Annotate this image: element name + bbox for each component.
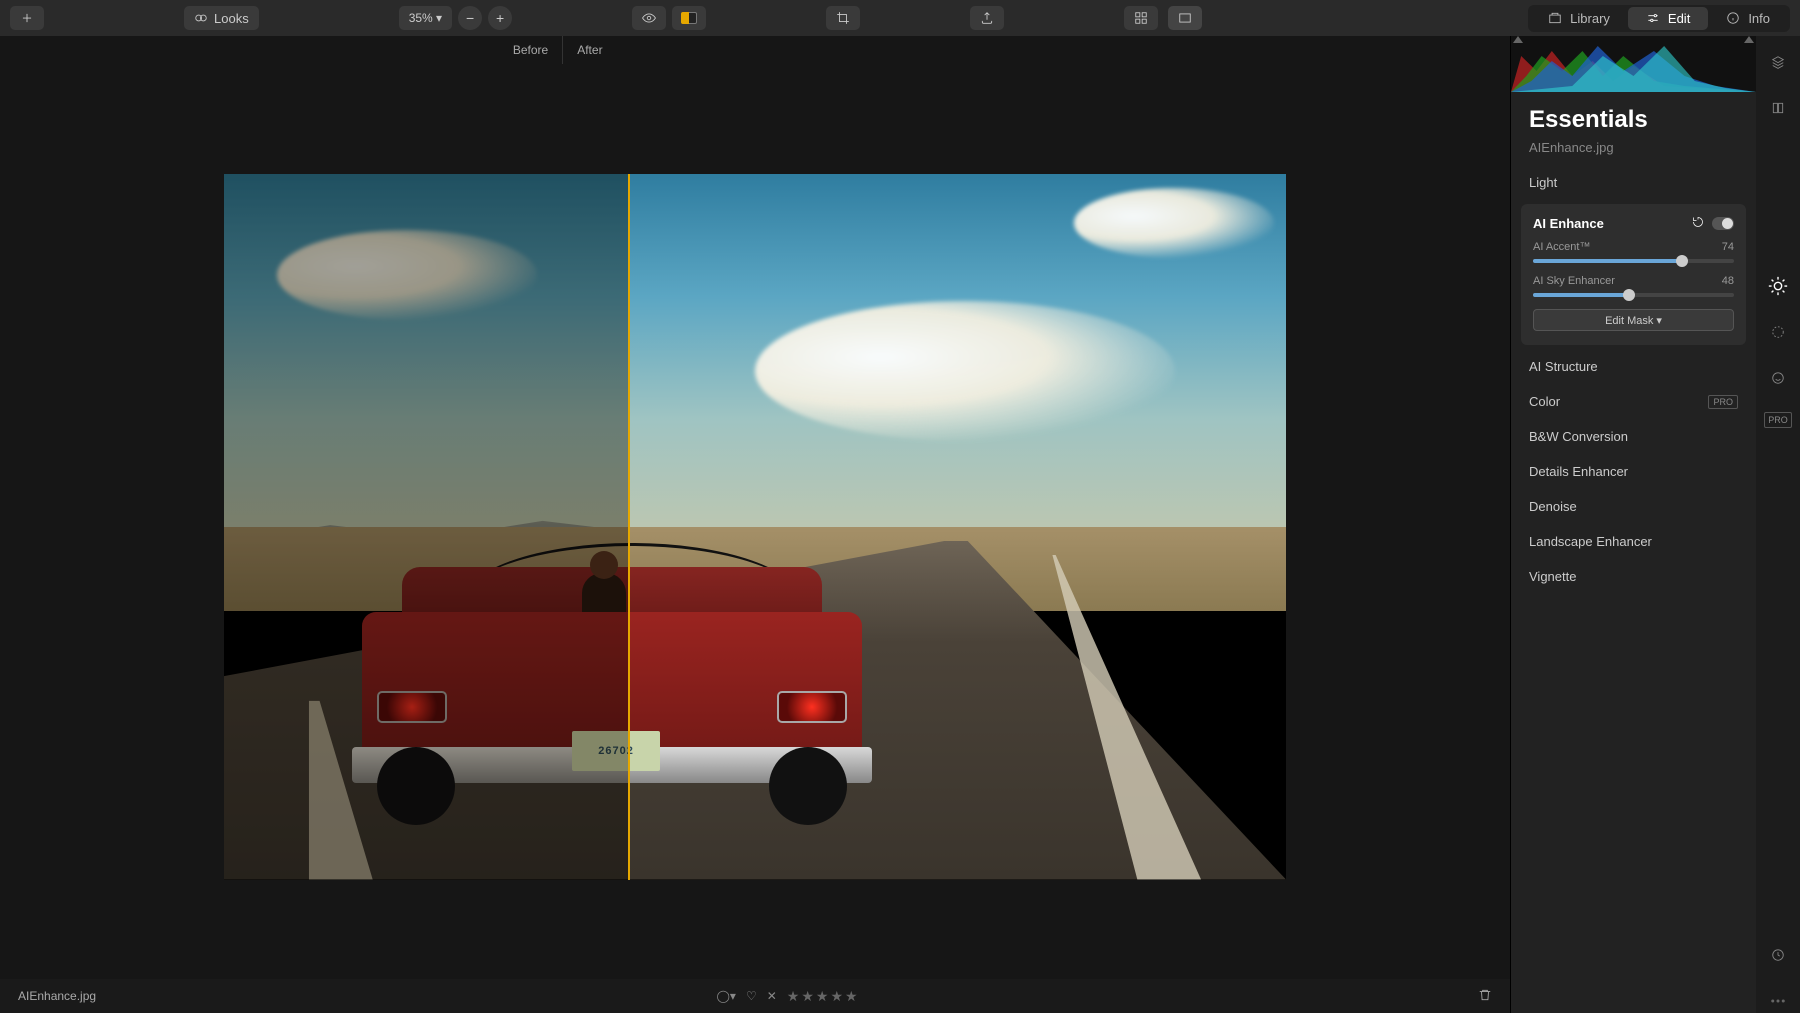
compare-labels: Before After xyxy=(0,36,1510,64)
ai-sky-row: AI Sky Enhancer 48 xyxy=(1533,275,1734,297)
tool-rail: PRO xyxy=(1756,36,1800,1013)
star-1[interactable]: ★ xyxy=(787,988,800,1005)
viewport[interactable]: 26702 xyxy=(0,64,1510,979)
zoom-level[interactable]: 35% ▾ xyxy=(399,6,452,30)
looks-button[interactable]: Looks xyxy=(184,6,259,30)
ai-accent-value: 74 xyxy=(1722,241,1734,253)
view-mode-group xyxy=(632,6,706,30)
reject-button[interactable]: ✕ xyxy=(767,989,777,1003)
star-4[interactable]: ★ xyxy=(830,988,843,1005)
status-bar: AIEnhance.jpg ◯▾ ♡ ✕ ★ ★ ★ ★ ★ xyxy=(0,979,1510,1013)
section-ai-enhance: AI Enhance AI Accent™ 74 xyxy=(1521,204,1746,345)
ai-accent-row: AI Accent™ 74 xyxy=(1533,241,1734,263)
ai-sky-value: 48 xyxy=(1722,275,1734,287)
histogram[interactable] xyxy=(1511,36,1756,92)
section-bw[interactable]: B&W Conversion xyxy=(1511,419,1756,454)
more-icon[interactable] xyxy=(1766,989,1790,1013)
grid-view-button[interactable] xyxy=(1124,6,1158,30)
ai-enhance-title[interactable]: AI Enhance xyxy=(1533,216,1604,231)
section-color[interactable]: Color PRO xyxy=(1511,384,1756,419)
color-label-button[interactable]: ◯▾ xyxy=(716,989,735,1003)
trash-button[interactable] xyxy=(1478,988,1492,1005)
zoom-out-button[interactable]: − xyxy=(458,6,482,30)
star-5[interactable]: ★ xyxy=(845,988,858,1005)
car-illustration: 26702 xyxy=(362,537,862,837)
library-icon xyxy=(1548,11,1562,25)
license-plate: 26702 xyxy=(572,731,660,771)
section-details[interactable]: Details Enhancer xyxy=(1511,454,1756,489)
export-button[interactable] xyxy=(970,6,1004,30)
reset-ai-enhance-button[interactable] xyxy=(1692,216,1704,231)
add-button[interactable] xyxy=(10,6,44,30)
after-label: After xyxy=(563,36,616,64)
photo-canvas: 26702 xyxy=(224,174,1286,880)
main-area: Before After xyxy=(0,36,1800,1013)
essentials-tool-icon[interactable] xyxy=(1766,274,1790,298)
single-view-button[interactable] xyxy=(1168,6,1202,30)
pro-badge: PRO xyxy=(1708,395,1738,409)
section-landscape[interactable]: Landscape Enhancer xyxy=(1511,524,1756,559)
status-filename: AIEnhance.jpg xyxy=(18,989,96,1003)
tab-library[interactable]: Library xyxy=(1530,7,1628,30)
layers-icon[interactable] xyxy=(1766,50,1790,74)
ai-sky-label: AI Sky Enhancer xyxy=(1533,275,1615,287)
section-denoise[interactable]: Denoise xyxy=(1511,489,1756,524)
highlight-clip-indicator[interactable] xyxy=(1744,36,1754,43)
ai-enhance-toggle[interactable] xyxy=(1712,217,1734,230)
history-icon[interactable] xyxy=(1766,943,1790,967)
edit-sidebar: Essentials AIEnhance.jpg Light AI Enhanc… xyxy=(1510,36,1756,1013)
canvas-mode-group xyxy=(1124,6,1202,30)
section-vignette[interactable]: Vignette xyxy=(1511,559,1756,594)
portrait-tool-icon[interactable] xyxy=(1766,366,1790,390)
looks-label: Looks xyxy=(214,11,249,26)
compare-split-button[interactable] xyxy=(672,6,706,30)
info-icon xyxy=(1726,11,1740,25)
before-label: Before xyxy=(0,36,563,64)
canvas-area: Before After xyxy=(0,36,1510,1013)
star-3[interactable]: ★ xyxy=(816,988,829,1005)
crop-button[interactable] xyxy=(826,6,860,30)
panel-title: Essentials xyxy=(1511,92,1756,138)
favorite-button[interactable]: ♡ xyxy=(746,989,757,1003)
rating-stars[interactable]: ★ ★ ★ ★ ★ xyxy=(787,988,858,1005)
section-ai-structure[interactable]: AI Structure xyxy=(1511,349,1756,384)
creative-tool-icon[interactable] xyxy=(1766,320,1790,344)
tab-edit[interactable]: Edit xyxy=(1628,7,1708,30)
status-tools: ◯▾ ♡ ✕ ★ ★ ★ ★ ★ xyxy=(96,988,1478,1005)
zoom-in-button[interactable]: + xyxy=(488,6,512,30)
edit-mask-button[interactable]: Edit Mask ▾ xyxy=(1533,309,1734,331)
pro-tool-icon[interactable]: PRO xyxy=(1764,412,1792,428)
preview-toggle-button[interactable] xyxy=(632,6,666,30)
tab-info[interactable]: Info xyxy=(1708,7,1788,30)
ai-accent-slider[interactable] xyxy=(1533,259,1734,263)
top-toolbar: Looks 35% ▾ − + Library xyxy=(0,0,1800,36)
shadow-clip-indicator[interactable] xyxy=(1513,36,1523,43)
section-light[interactable]: Light xyxy=(1511,165,1756,200)
canvas-icon[interactable] xyxy=(1766,96,1790,120)
ai-sky-slider[interactable] xyxy=(1533,293,1734,297)
zoom-group: 35% ▾ − + xyxy=(399,6,512,30)
star-2[interactable]: ★ xyxy=(801,988,814,1005)
sliders-icon xyxy=(1646,11,1660,25)
mode-tabs: Library Edit Info xyxy=(1528,5,1790,32)
panel-filename: AIEnhance.jpg xyxy=(1511,138,1756,165)
ai-accent-label: AI Accent™ xyxy=(1533,241,1590,253)
